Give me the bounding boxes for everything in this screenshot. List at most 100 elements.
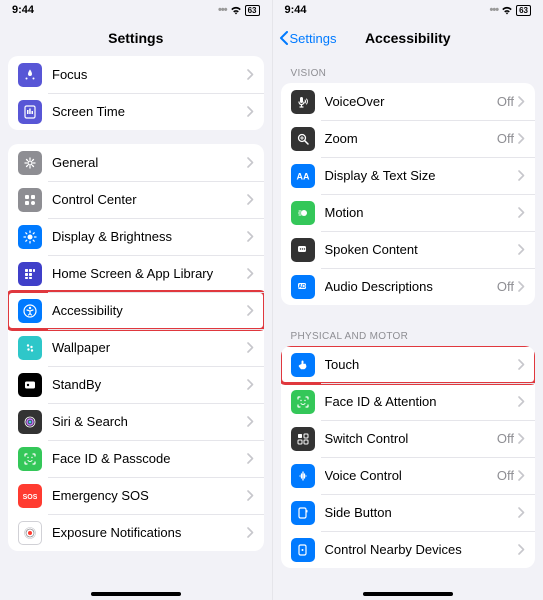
row-value: Off [497,468,514,483]
faceid-attention-icon [291,390,315,414]
row-switch-control[interactable]: Switch ControlOff [281,420,536,457]
chevron-right-icon [247,453,254,464]
row-display-text-size[interactable]: AA Display & Text Size [281,157,536,194]
back-button[interactable]: Settings [279,31,337,46]
chevron-right-icon [518,281,525,292]
row-label: Display & Brightness [52,229,247,244]
chevron-right-icon [247,490,254,501]
row-focus[interactable]: Focus [8,56,264,93]
row-zoom[interactable]: ZoomOff [281,120,536,157]
row-label: StandBy [52,377,247,392]
display-brightness-icon [18,225,42,249]
voiceover-icon [291,90,315,114]
row-label: Motion [325,205,519,220]
chevron-right-icon [518,433,525,444]
chevron-right-icon [247,69,254,80]
chevron-right-icon [247,342,254,353]
row-label: Side Button [325,505,519,520]
status-time: 9:44 [12,4,34,16]
section-header-vision: Vision [281,56,536,83]
row-voice-control[interactable]: Voice ControlOff [281,457,536,494]
row-exposure-notifications[interactable]: Exposure Notifications [8,514,264,551]
chevron-right-icon [247,194,254,205]
status-indicators: ••• 63 [490,4,531,16]
row-value: Off [497,279,514,294]
row-faceid-passcode[interactable]: Face ID & Passcode [8,440,264,477]
status-bar: 9:44 ••• 63 [273,0,543,20]
group-general: GeneralControl Center Display & Brightnes… [8,144,264,551]
row-control-nearby[interactable]: Control Nearby Devices [281,531,536,568]
chevron-right-icon [247,527,254,538]
accessibility-screen: 9:44 ••• 63 Settings Accessibility Visio… [272,0,543,600]
chevron-right-icon [247,231,254,242]
status-bar: 9:44 ••• 63 [0,0,272,20]
chevron-right-icon [518,244,525,255]
row-audio-descriptions[interactable]: ADAudio DescriptionsOff [281,268,536,305]
accessibility-list[interactable]: Vision VoiceOverOffZoomOffAADisplay & Te… [273,56,543,600]
spoken-content-icon [291,238,315,262]
svg-text:AD: AD [298,284,306,290]
row-label: Siri & Search [52,414,247,429]
screen-time-icon [18,100,42,124]
row-voiceover[interactable]: VoiceOverOff [281,83,536,120]
home-indicator[interactable] [91,592,181,596]
row-value: Off [497,131,514,146]
standby-icon [18,373,42,397]
home-indicator[interactable] [363,592,453,596]
nav-bar: Settings Accessibility [273,20,543,56]
row-label: Zoom [325,131,497,146]
voice-control-icon [291,464,315,488]
chevron-right-icon [247,106,254,117]
row-faceid-attention[interactable]: Face ID & Attention [281,383,536,420]
chevron-right-icon [518,470,525,481]
group-vision: VoiceOverOffZoomOffAADisplay & Text Size… [281,83,536,305]
chevron-right-icon [518,133,525,144]
row-label: Voice Control [325,468,497,483]
row-general[interactable]: General [8,144,264,181]
audio-descriptions-icon: AD [291,275,315,299]
chevron-right-icon [518,207,525,218]
row-label: Spoken Content [325,242,519,257]
row-emergency-sos[interactable]: SOSEmergency SOS [8,477,264,514]
row-spoken-content[interactable]: Spoken Content [281,231,536,268]
row-accessibility[interactable]: Accessibility [8,292,264,329]
chevron-right-icon [247,379,254,390]
chevron-right-icon [247,305,254,316]
row-side-button[interactable]: Side Button [281,494,536,531]
row-label: Screen Time [52,104,247,119]
home-screen-icon [18,262,42,286]
exposure-notifications-icon [18,521,42,545]
row-label: Exposure Notifications [52,525,247,540]
control-nearby-icon [291,538,315,562]
settings-screen: 9:44 ••• 63 Settings Focus Screen Time Ge… [0,0,272,600]
row-value: Off [497,94,514,109]
svg-text:SOS: SOS [23,494,37,501]
chevron-right-icon [518,96,525,107]
touch-icon [291,353,315,377]
wifi-icon [230,6,242,15]
row-standby[interactable]: StandBy [8,366,264,403]
row-wallpaper[interactable]: Wallpaper [8,329,264,366]
chevron-right-icon [518,359,525,370]
page-title: Settings [108,30,163,46]
row-control-center[interactable]: Control Center [8,181,264,218]
chevron-right-icon [247,416,254,427]
row-home-screen[interactable]: Home Screen & App Library [8,255,264,292]
siri-search-icon [18,410,42,434]
row-screen-time[interactable]: Screen Time [8,93,264,130]
chevron-right-icon [247,157,254,168]
row-display-brightness[interactable]: Display & Brightness [8,218,264,255]
row-touch[interactable]: Touch [281,346,536,383]
row-siri-search[interactable]: Siri & Search [8,403,264,440]
svg-text:AA: AA [296,171,309,181]
status-time: 9:44 [285,4,307,16]
group-focus: Focus Screen Time [8,56,264,130]
row-label: Touch [325,357,519,372]
zoom-icon [291,127,315,151]
status-indicators: ••• 63 [218,4,259,16]
switch-control-icon [291,427,315,451]
accessibility-icon [18,299,42,323]
settings-list[interactable]: Focus Screen Time GeneralControl Center Di… [0,56,272,600]
row-label: Display & Text Size [325,168,519,183]
row-motion[interactable]: Motion [281,194,536,231]
